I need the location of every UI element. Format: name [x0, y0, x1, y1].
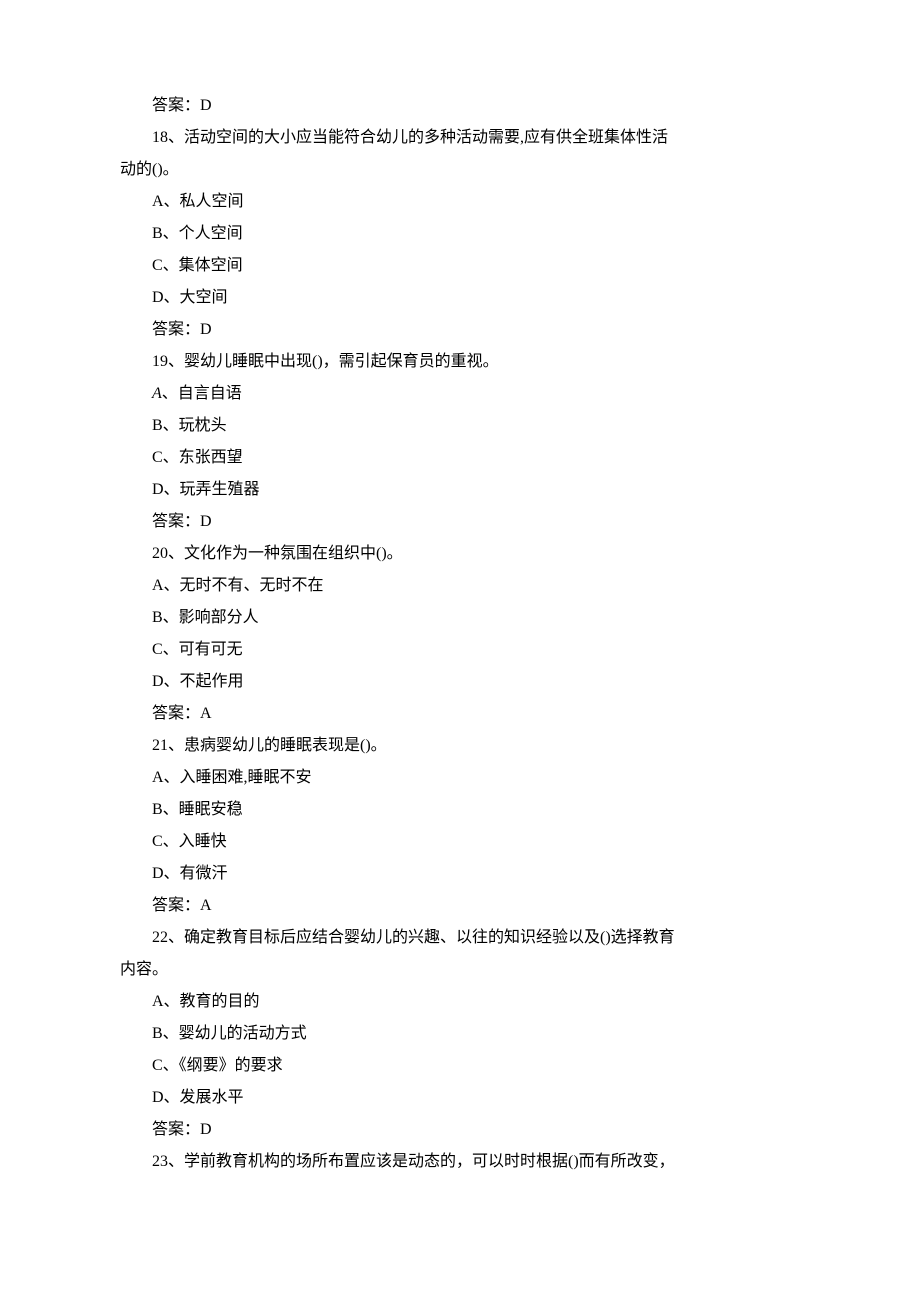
text-line: A、私人空间 — [120, 186, 800, 218]
text-line: 22、确定教育目标后应结合婴幼儿的兴趣、以往的知识经验以及()选择教育 — [120, 922, 800, 954]
text-line: A、无时不有、无时不在 — [120, 570, 800, 602]
text-line: 答案：D — [120, 90, 800, 122]
text-line: 内容。 — [120, 954, 800, 986]
text-line: D、有微汗 — [120, 858, 800, 890]
text-line: 19、婴幼儿睡眠中出现()，需引起保育员的重视。 — [120, 346, 800, 378]
text-line: C、入睡快 — [120, 826, 800, 858]
text-line: 动的()。 — [120, 154, 800, 186]
text-line: D、发展水平 — [120, 1082, 800, 1114]
text-line: A、自言自语 — [120, 378, 800, 410]
option-letter-a: A — [152, 385, 162, 402]
text-line: C、可有可无 — [120, 634, 800, 666]
text-line: D、玩弄生殖器 — [120, 474, 800, 506]
text-line: D、不起作用 — [120, 666, 800, 698]
text-line: B、婴幼儿的活动方式 — [120, 1018, 800, 1050]
text-line: B、睡眠安稳 — [120, 794, 800, 826]
text-line: C、东张西望 — [120, 442, 800, 474]
text-line: 20、文化作为一种氛围在组织中()。 — [120, 538, 800, 570]
text-line: 21、患病婴幼儿的睡眠表现是()。 — [120, 730, 800, 762]
text-line: B、影响部分人 — [120, 602, 800, 634]
text-line: C、《纲要》的要求 — [120, 1050, 800, 1082]
text-line: C、集体空间 — [120, 250, 800, 282]
text-line: A、教育的目的 — [120, 986, 800, 1018]
text-line: 18、活动空间的大小应当能符合幼儿的多种活动需要,应有供全班集体性活 — [120, 122, 800, 154]
text-line: A、入睡困难,睡眠不安 — [120, 762, 800, 794]
text-line: 23、学前教育机构的场所布置应该是动态的，可以时时根据()而有所改变， — [120, 1146, 800, 1178]
text-line: 答案：D — [120, 1114, 800, 1146]
document-page: 答案：D18、活动空间的大小应当能符合幼儿的多种活动需要,应有供全班集体性活动的… — [0, 0, 920, 1301]
text-line: 答案：D — [120, 314, 800, 346]
text-line: D、大空间 — [120, 282, 800, 314]
text-line: B、玩枕头 — [120, 410, 800, 442]
text-line: 答案：A — [120, 890, 800, 922]
text-line: 答案：D — [120, 506, 800, 538]
text-line: B、个人空间 — [120, 218, 800, 250]
text-line: 答案：A — [120, 698, 800, 730]
